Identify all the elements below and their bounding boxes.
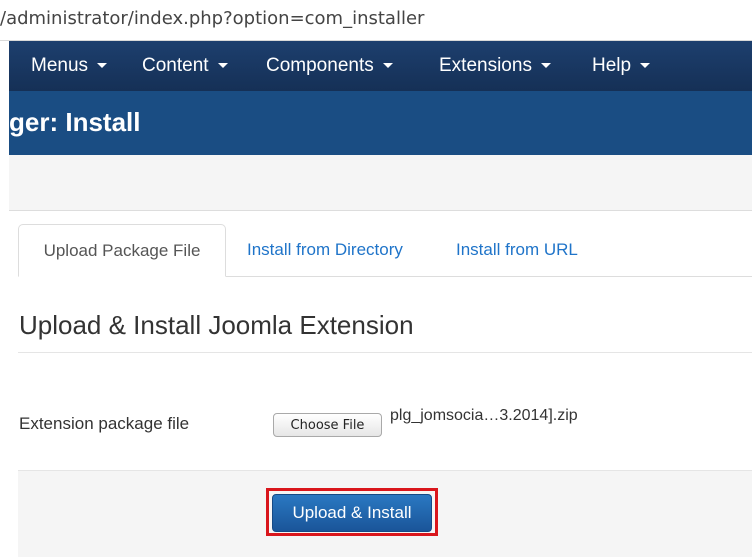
- caret-down-icon: [97, 63, 108, 69]
- nav-components[interactable]: Components: [266, 55, 393, 77]
- nav-extensions-label: Extensions: [439, 55, 532, 76]
- tab-install-from-directory[interactable]: Install from Directory: [247, 224, 403, 275]
- nav-help-label: Help: [592, 55, 632, 76]
- choose-file-button[interactable]: Choose File: [273, 413, 382, 437]
- page-header: ger: Install: [9, 91, 752, 155]
- divider: [18, 352, 752, 353]
- nav-help[interactable]: Help: [592, 55, 651, 77]
- nav-content[interactable]: Content: [142, 55, 228, 77]
- nav-content-label: Content: [142, 55, 209, 76]
- package-file-label: Extension package file: [19, 414, 190, 433]
- caret-down-icon: [540, 63, 551, 69]
- installer-tabs: Upload Package File Install from Directo…: [18, 224, 752, 277]
- nav-menus[interactable]: Menus: [31, 55, 108, 77]
- upload-install-button[interactable]: Upload & Install: [272, 494, 432, 532]
- tab-install-from-url[interactable]: Install from URL: [456, 224, 578, 275]
- nav-extensions[interactable]: Extensions: [439, 55, 551, 77]
- page-title: ger: Install: [9, 107, 141, 137]
- caret-down-icon: [640, 63, 651, 69]
- nav-menus-label: Menus: [31, 55, 89, 76]
- caret-down-icon: [217, 63, 228, 69]
- browser-address-bar[interactable]: /administrator/index.php?option=com_inst…: [0, 0, 752, 41]
- selected-file-name: plg_jomsocia…3.2014].zip: [390, 407, 578, 424]
- caret-down-icon: [382, 63, 393, 69]
- url-text[interactable]: /administrator/index.php?option=com_inst…: [0, 8, 424, 29]
- toolbar: [9, 155, 752, 211]
- tab-upload-package-file[interactable]: Upload Package File: [18, 224, 226, 277]
- section-title: Upload & Install Joomla Extension: [19, 310, 414, 340]
- nav-components-label: Components: [266, 55, 374, 76]
- admin-navbar: Menus Content Components Extensions Help: [9, 41, 752, 91]
